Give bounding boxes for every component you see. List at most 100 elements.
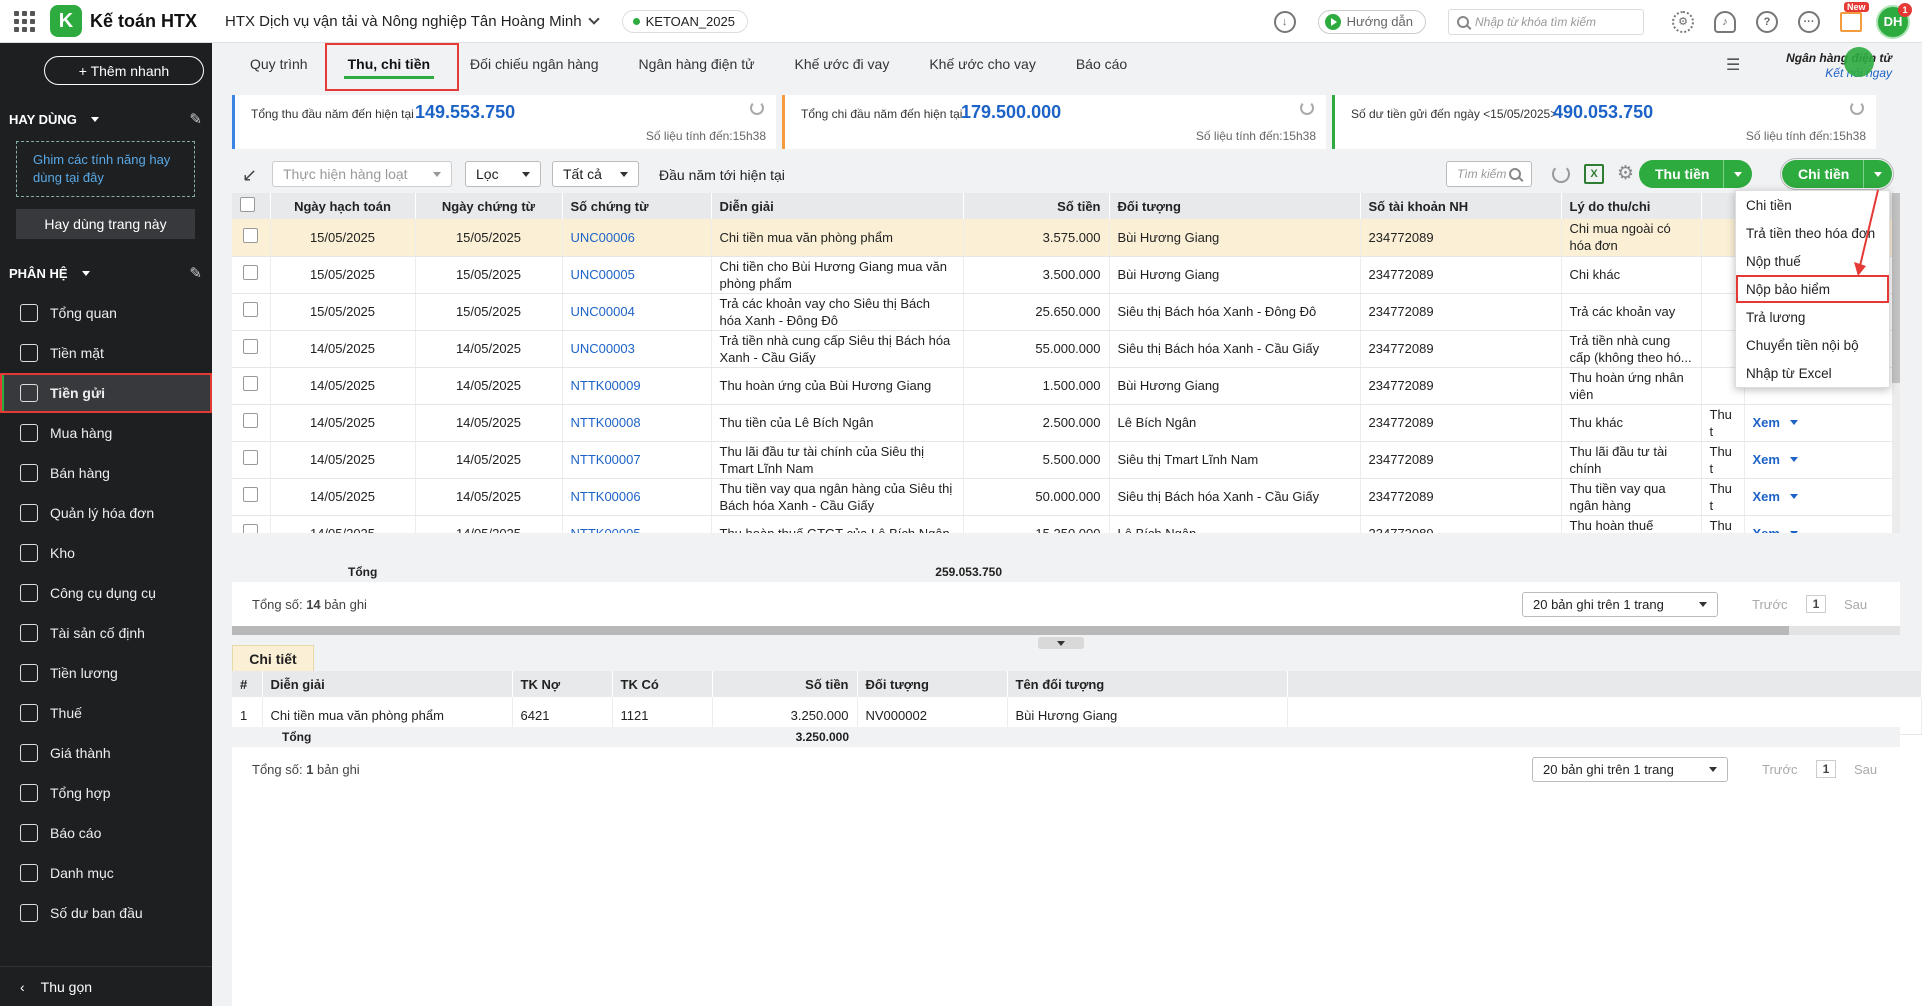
refresh-icon[interactable] [1552,165,1570,183]
row-checkbox-cell[interactable] [232,293,271,331]
chevron-down-icon[interactable] [90,116,99,122]
column-header[interactable]: Ngày chứng từ [415,193,563,219]
dropdown-menu-item[interactable]: Chuyển tiền nội bộ [1736,331,1889,359]
tab[interactable]: Ngân hàng điện tử [618,43,774,85]
tab[interactable]: Đối chiếu ngân hàng [450,43,618,85]
tab[interactable]: Khế ước đi vay [775,43,910,85]
guide-button[interactable]: Hướng dẫn [1317,9,1426,34]
voucher-link[interactable]: NTTK00005 [571,526,641,533]
refresh-icon[interactable] [1300,101,1314,115]
table-row[interactable]: 14/05/2025 14/05/2025 NTTK00007 Thu lãi đầu… [232,441,1900,479]
sidebar-item[interactable]: Thuế [0,693,212,733]
sidebar-item[interactable]: Bán hàng [0,453,212,493]
company-selector[interactable]: HTX Dịch vụ vận tải và Nông nghiệp Tân H… [225,13,600,30]
voucher-link[interactable]: NTTK00008 [571,415,641,430]
voucher-link[interactable]: UNC00006 [571,230,635,245]
sidebar-item[interactable]: Tiền mặt [0,333,212,373]
voucher-link[interactable]: UNC00005 [571,267,635,282]
app-grid-icon[interactable] [12,9,36,33]
chevron-down-icon[interactable] [81,270,90,276]
checkbox[interactable] [243,302,259,317]
sort-icon[interactable]: ↙ [242,165,257,186]
collapse-sidebar-button[interactable]: ‹ Thu gọn [0,966,212,1006]
detail-tab[interactable]: Chi tiết [232,645,314,671]
row-checkbox-cell[interactable] [232,367,271,405]
sidebar-item[interactable]: Danh mục [0,853,212,893]
select-all-cell[interactable] [232,193,271,219]
bulk-action-select[interactable]: Thực hiện hàng loạt [272,161,452,187]
sidebar-item[interactable]: Số dư ban đầu [0,893,212,933]
sidebar-item[interactable]: Giá thành [0,733,212,773]
detail-page-size-select[interactable]: 20 bản ghi trên 1 trang [1532,756,1728,782]
sidebar-item[interactable]: Tổng hợp [0,773,212,813]
page-size-select[interactable]: 20 bản ghi trên 1 trang [1522,591,1718,617]
scrollbar-thumb[interactable] [232,626,1789,635]
checkbox[interactable] [243,227,259,243]
table-row[interactable]: 14/05/2025 14/05/2025 NTTK00006 Thu tiền va… [232,478,1900,516]
sidebar-item[interactable]: Tài sản cố định [0,613,212,653]
bell-icon[interactable]: ♪ [1714,10,1736,33]
detail-column-header[interactable]: Đối tượng [857,671,1008,697]
checkbox[interactable] [243,265,259,280]
voucher-link[interactable]: UNC00003 [571,341,635,356]
global-search-input[interactable]: Nhập từ khóa tìm kiếm [1448,8,1644,35]
column-header[interactable]: Ngày hạch toán [270,193,416,219]
row-checkbox-cell[interactable] [232,404,271,442]
column-header[interactable]: Số tiền [963,193,1110,219]
detail-next-page-button[interactable]: Sau [1854,762,1877,777]
checkbox[interactable] [243,339,259,354]
table-row[interactable]: 15/05/2025 15/05/2025 UNC00004 Trả các khoả… [232,293,1900,331]
detail-column-header[interactable]: # [232,671,263,697]
next-page-button[interactable]: Sau [1844,597,1867,612]
gear-icon[interactable]: ⚙ [1672,10,1694,33]
view-button[interactable]: Xem [1753,414,1892,431]
column-header[interactable]: Lý do thu/chi [1561,193,1702,219]
view-button[interactable]: Xem [1753,451,1892,468]
table-row[interactable]: 14/05/2025 14/05/2025 NTTK00008 Thu tiền củ… [232,404,1900,442]
view-button[interactable]: Xem [1753,488,1892,505]
sidebar-item[interactable]: Tiền lương [0,653,212,693]
sidebar-item[interactable]: Báo cáo [0,813,212,853]
table-row[interactable]: 15/05/2025 15/05/2025 UNC00006 Chi tiền mua… [232,219,1900,257]
checkbox[interactable] [240,197,255,212]
checkbox[interactable] [243,413,259,428]
receipt-label[interactable]: Thu tiền [1639,160,1725,188]
detail-column-header[interactable]: Số tiền [712,671,858,697]
checkbox[interactable] [243,450,259,465]
table-horizontal-scrollbar[interactable] [232,626,1900,635]
dropdown-menu-item[interactable]: Nhập từ Excel [1736,359,1889,387]
voucher-link[interactable]: NTTK00007 [571,452,641,467]
tab[interactable]: Quy trình [230,43,328,85]
table-row[interactable]: 14/05/2025 14/05/2025 NTTK00009 Thu hoàn ứn… [232,367,1900,405]
edit-pencil-icon[interactable]: ✎ [189,110,202,128]
current-page[interactable]: 1 [1806,595,1826,613]
table-vertical-scrollbar[interactable] [1892,193,1900,533]
column-header[interactable]: Số chứng từ [562,193,712,219]
column-header[interactable]: Đối tượng [1109,193,1361,219]
sidebar-item[interactable]: Tiền gửi [0,373,212,413]
scope-select[interactable]: Tất cả [552,161,639,187]
refresh-icon[interactable] [1850,101,1864,115]
more-icon[interactable]: ··· [1798,10,1820,33]
checkbox[interactable] [243,524,259,533]
excel-icon[interactable]: X [1584,164,1604,184]
column-header[interactable]: Số tài khoản NH [1360,193,1562,219]
app-logo[interactable]: K Kế toán HTX [50,5,197,37]
list-search-input[interactable]: Tìm kiếm [1446,161,1532,187]
row-checkbox-cell[interactable] [232,256,271,294]
column-header[interactable]: Diễn giải [711,193,964,219]
tab[interactable]: Khế ước cho vay [909,43,1056,85]
sidebar-item[interactable]: Tổng quan [0,293,212,333]
panel-splitter-handle[interactable] [1038,637,1084,649]
table-row[interactable]: 14/05/2025 14/05/2025 NTTK00005 Thu hoàn th… [232,515,1900,533]
gift-icon[interactable]: New [1840,1,1869,32]
sidebar-item[interactable]: Công cụ dụng cụ [0,573,212,613]
download-icon[interactable]: ↓ [1273,10,1296,33]
dropdown-menu-item[interactable]: Trả lương [1736,303,1889,331]
payment-dropdown[interactable] [1864,171,1892,177]
detail-column-header[interactable]: TK Có [612,671,713,697]
detail-column-header[interactable]: Tên đối tượng [1007,671,1288,697]
prev-page-button[interactable]: Trước [1752,597,1788,612]
checkbox[interactable] [243,376,259,391]
row-checkbox-cell[interactable] [232,441,271,479]
